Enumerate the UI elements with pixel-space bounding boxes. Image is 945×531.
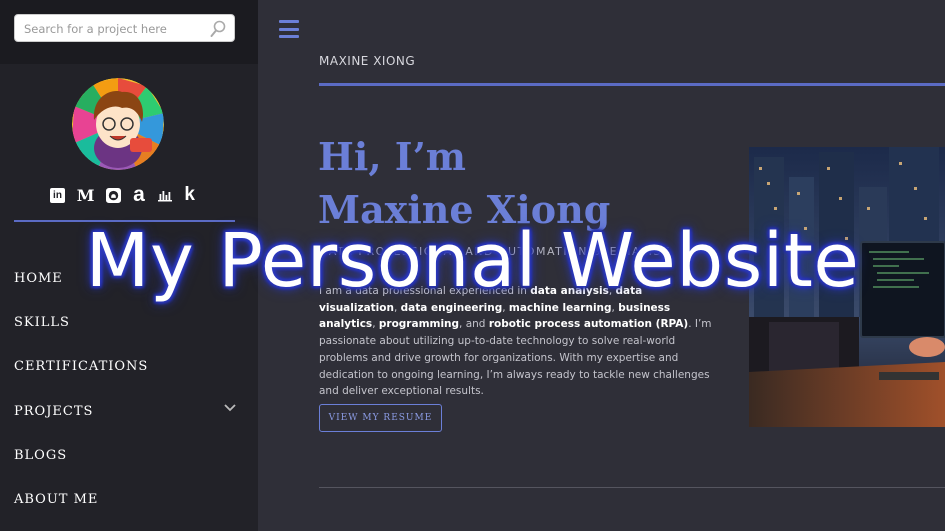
github-icon[interactable] <box>106 185 122 205</box>
hamburger-icon[interactable] <box>279 20 299 38</box>
nav-item-label: CERTIFICATIONS <box>14 359 149 375</box>
chevron-down-icon[interactable] <box>224 403 236 413</box>
overlay-title: My Personal Website <box>85 218 860 304</box>
view-resume-button[interactable]: VIEW MY RESUME <box>319 404 442 432</box>
nav-item-label: SKILLS <box>14 314 70 330</box>
skill-highlight: programming <box>378 318 460 331</box>
nav-item-label: ABOUT ME <box>14 492 99 508</box>
search-input[interactable] <box>24 19 204 39</box>
nav-item-label: BLOGS <box>14 447 68 463</box>
chart-icon[interactable] <box>157 185 173 205</box>
nav-item-projects[interactable]: PROJECTS <box>0 389 258 433</box>
search-box[interactable] <box>14 14 235 42</box>
skill-highlight: robotic process automation (RPA) <box>488 318 689 331</box>
nav-item-blogs[interactable]: BLOGS <box>0 433 258 477</box>
nav-item-certifications[interactable]: CERTIFICATIONS <box>0 345 258 389</box>
search-icon[interactable] <box>210 20 226 38</box>
search-area <box>0 0 258 64</box>
nav-item-skills[interactable]: SKILLS <box>0 300 258 344</box>
nav-item-about-me[interactable]: ABOUT ME <box>0 477 258 521</box>
avatar <box>72 78 164 170</box>
nav-item-label: PROJECTS <box>14 403 94 419</box>
hero-greeting: Hi, I’m <box>318 134 467 179</box>
header-divider <box>319 83 945 86</box>
social-links: in M a k <box>50 183 195 206</box>
site-name: MAXINE XIONG <box>319 54 416 68</box>
kaggle-icon[interactable]: k <box>184 184 195 205</box>
amazon-icon[interactable]: a <box>133 183 145 206</box>
section-divider <box>319 487 945 488</box>
linkedin-icon[interactable]: in <box>50 187 65 203</box>
medium-icon[interactable]: M <box>77 185 95 205</box>
